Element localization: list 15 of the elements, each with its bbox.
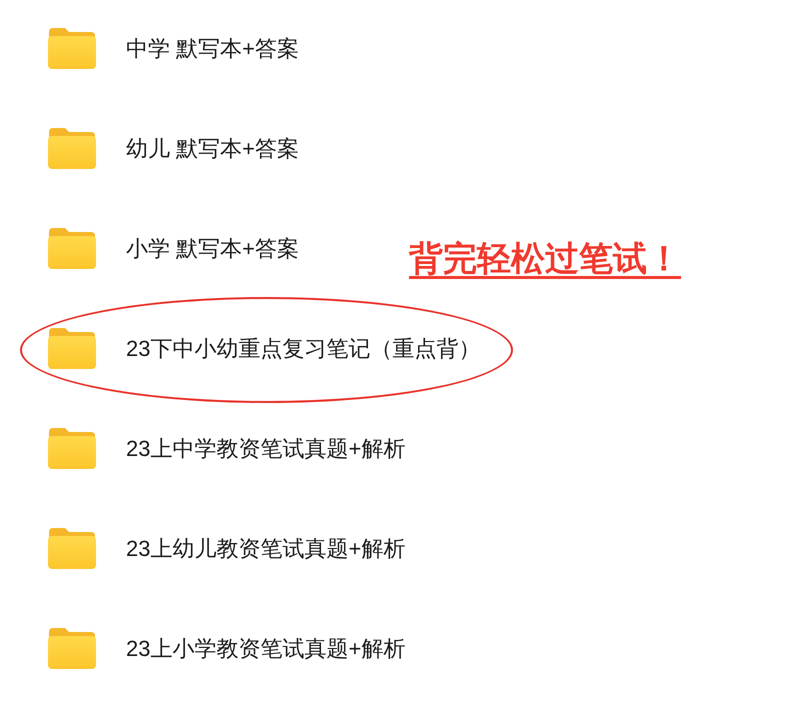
folder-name[interactable]: 23上幼儿教资笔试真题+解析	[126, 532, 406, 564]
folder-icon	[47, 426, 97, 470]
folder-name[interactable]: 23下中小幼重点复习笔记（重点背）	[126, 332, 480, 364]
folder-icon	[47, 226, 97, 270]
annotation-text: 背完轻松过笔试！	[409, 239, 681, 280]
folder-icon	[47, 126, 97, 170]
folder-name[interactable]: 中学 默写本+答案	[126, 32, 299, 64]
folder-name[interactable]: 小学 默写本+答案	[126, 232, 299, 264]
folder-icon	[47, 326, 97, 370]
folder-icon	[47, 526, 97, 570]
folder-icon	[47, 626, 97, 670]
folder-name[interactable]: 23上中学教资笔试真题+解析	[126, 432, 406, 464]
folder-icon	[47, 26, 97, 70]
folder-name[interactable]: 23上小学教资笔试真题+解析	[126, 632, 406, 664]
folder-name[interactable]: 幼儿 默写本+答案	[126, 132, 299, 164]
